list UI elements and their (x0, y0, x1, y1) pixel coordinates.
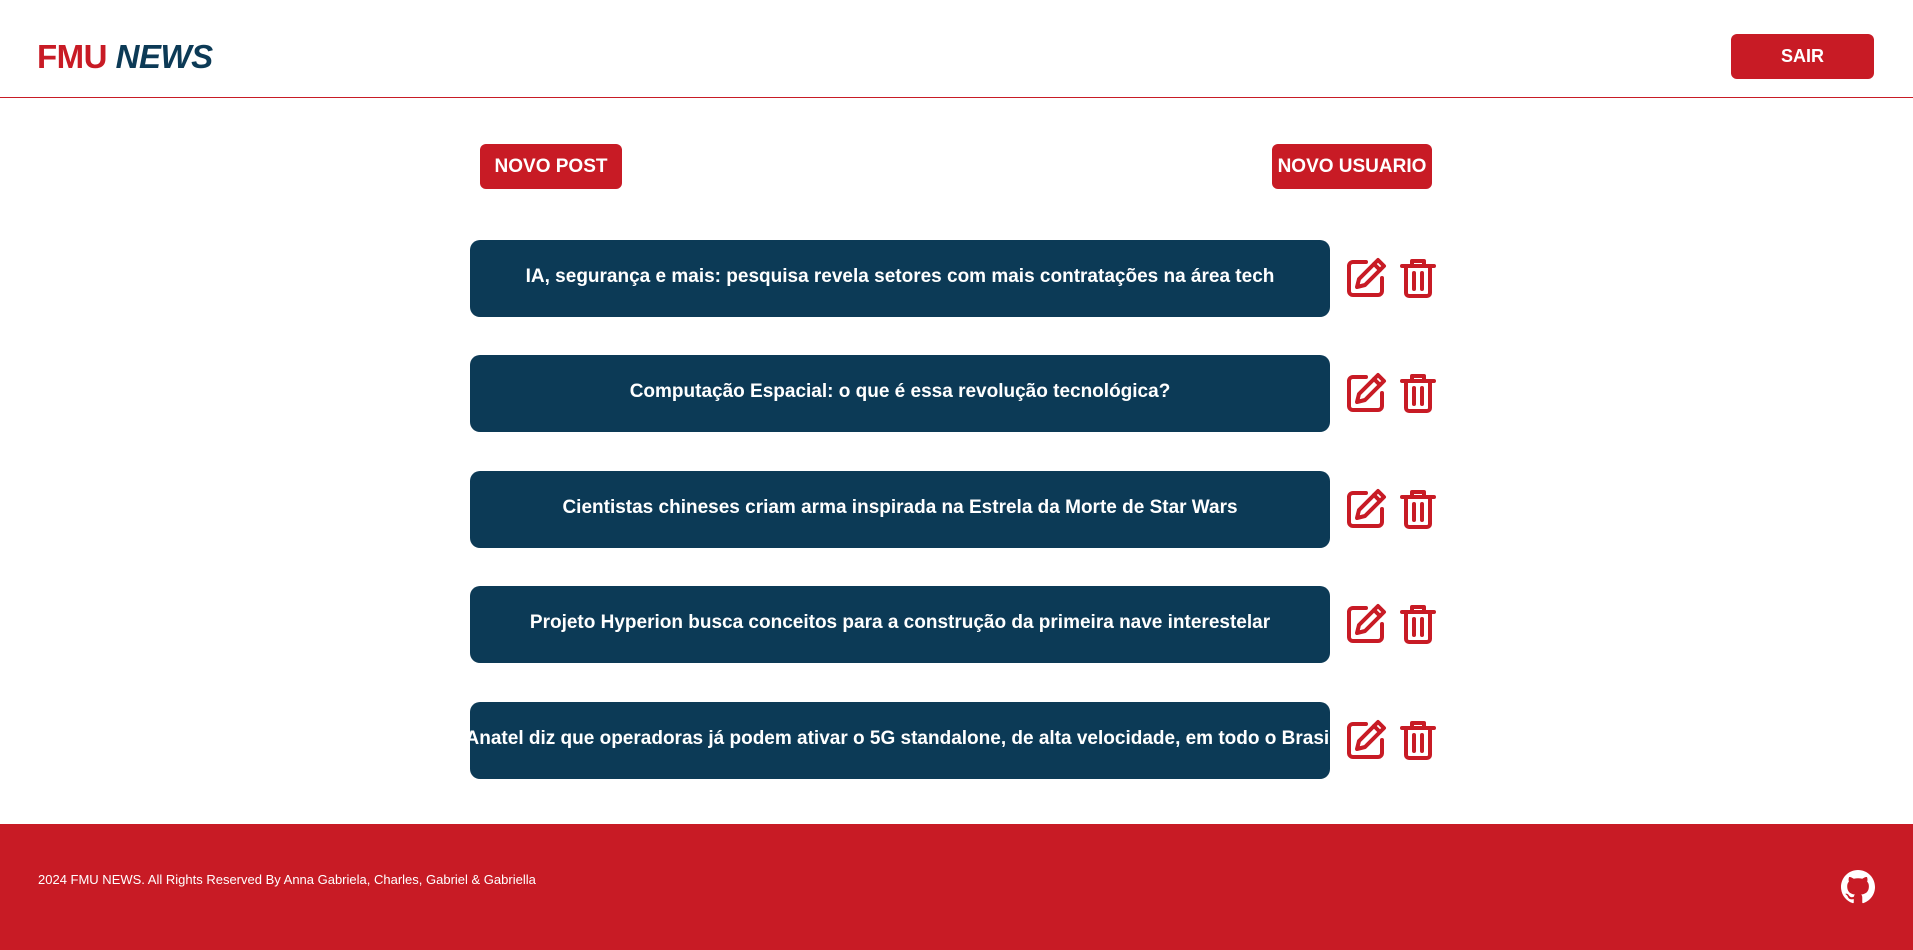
github-icon[interactable] (1841, 870, 1875, 904)
trash-icon[interactable] (1396, 371, 1440, 415)
post-row: Anatel diz que operadoras já podem ativa… (466, 702, 1440, 779)
logout-button[interactable]: SAIR (1731, 34, 1874, 79)
post-row: Cientistas chineses criam arma inspirada… (470, 471, 1440, 548)
edit-icon[interactable] (1344, 256, 1388, 300)
post-title[interactable]: Anatel diz que operadoras já podem ativa… (466, 702, 1334, 779)
post-title[interactable]: Cientistas chineses criam arma inspirada… (470, 471, 1330, 548)
trash-icon[interactable] (1396, 718, 1440, 762)
trash-icon[interactable] (1396, 602, 1440, 646)
footer: 2024 FMU NEWS. All Rights Reserved By An… (0, 824, 1913, 950)
header: FMU NEWS SAIR (0, 0, 1913, 98)
edit-icon[interactable] (1344, 487, 1388, 531)
logo-news: NEWS (115, 38, 214, 75)
trash-icon[interactable] (1396, 256, 1440, 300)
footer-copyright: 2024 FMU NEWS. All Rights Reserved By An… (38, 872, 536, 887)
logo-fmu: FMU (37, 38, 107, 75)
edit-icon[interactable] (1344, 718, 1388, 762)
new-post-button[interactable]: NOVO POST (480, 144, 622, 189)
post-row: Computação Espacial: o que é essa revolu… (470, 355, 1440, 432)
trash-icon[interactable] (1396, 487, 1440, 531)
post-title[interactable]: Computação Espacial: o que é essa revolu… (470, 355, 1330, 432)
logo[interactable]: FMU NEWS (37, 37, 213, 77)
edit-icon[interactable] (1344, 602, 1388, 646)
post-title[interactable]: IA, segurança e mais: pesquisa revela se… (470, 240, 1330, 317)
post-row: Projeto Hyperion busca conceitos para a … (470, 586, 1440, 663)
page: FMU NEWS SAIR NOVO POST NOVO USUARIO IA,… (0, 0, 1913, 950)
edit-icon[interactable] (1344, 371, 1388, 415)
new-user-button[interactable]: NOVO USUARIO (1272, 144, 1432, 189)
post-row: IA, segurança e mais: pesquisa revela se… (470, 240, 1440, 317)
post-title[interactable]: Projeto Hyperion busca conceitos para a … (470, 586, 1330, 663)
